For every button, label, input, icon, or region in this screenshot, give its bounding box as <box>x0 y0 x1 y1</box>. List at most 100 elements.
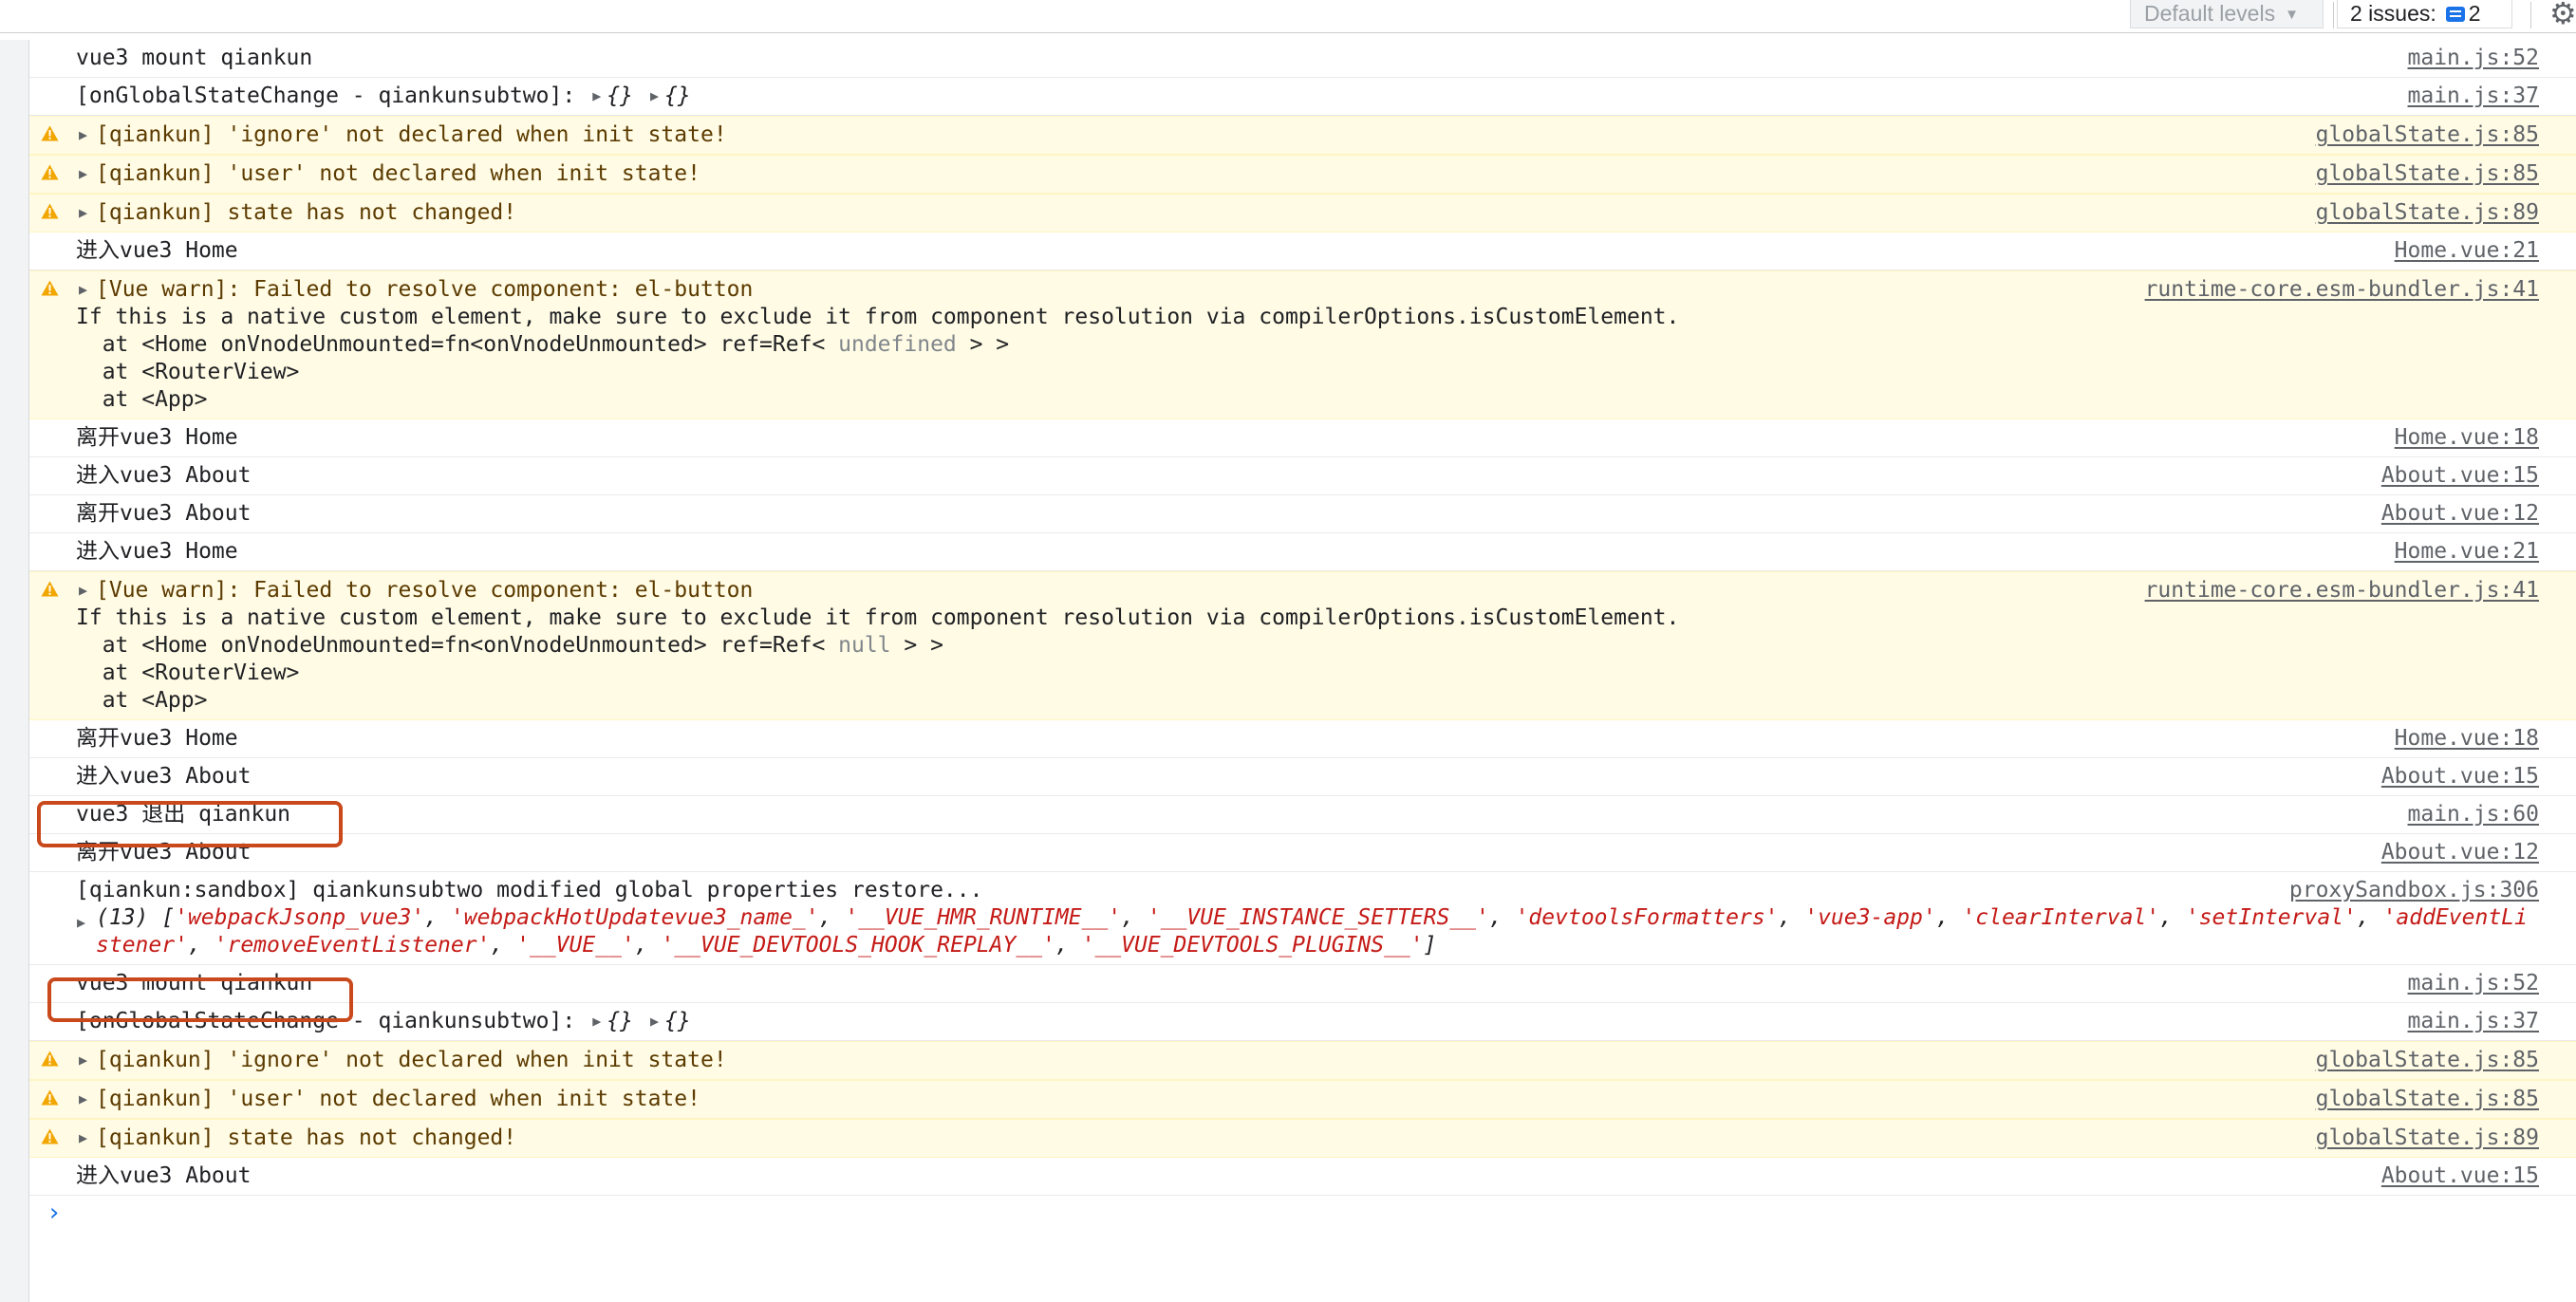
console-message[interactable]: 进入vue3 About About.vue:15 <box>29 457 2576 495</box>
warning-icon <box>41 280 59 296</box>
console-toolbar: Default levels ▼ 2 issues: 2 ⚙ <box>0 0 2576 33</box>
source-link[interactable]: globalState.js:85 <box>2316 1086 2539 1113</box>
array-separator: , <box>1778 905 1805 930</box>
trace-text: > > <box>956 332 1010 357</box>
warning-trace-line: at <RouterView> <box>76 660 300 685</box>
source-link[interactable]: main.js:52 <box>2408 45 2539 72</box>
array-separator: , <box>634 933 662 958</box>
console-message[interactable]: 进入vue3 Home Home.vue:21 <box>29 232 2576 270</box>
source-link[interactable]: About.vue:12 <box>2381 839 2539 866</box>
source-link[interactable]: Home.vue:18 <box>2395 725 2539 753</box>
message-text: 离开vue3 About <box>76 501 252 526</box>
source-link[interactable]: globalState.js:89 <box>2316 199 2539 227</box>
expand-triangle-icon[interactable]: ▶ <box>79 1047 87 1074</box>
array-separator: , <box>2159 905 2186 930</box>
console-warning[interactable]: ▶ [Vue warn]: Failed to resolve componen… <box>29 270 2576 419</box>
object-preview[interactable]: {} <box>664 1009 691 1033</box>
console-message[interactable]: [onGlobalStateChange - qiankunsubtwo]: ▶ {… <box>29 78 2576 116</box>
expand-triangle-icon[interactable]: ▶ <box>79 1086 87 1113</box>
source-link[interactable]: main.js:37 <box>2408 1008 2539 1035</box>
console-message[interactable]: [qiankun:sandbox] qiankunsubtwo modified… <box>29 872 2576 965</box>
console-message[interactable]: 离开vue3 Home Home.vue:18 <box>29 720 2576 758</box>
source-link[interactable]: proxySandbox.js:306 <box>2289 877 2539 904</box>
console-warning[interactable]: ▶ [qiankun] 'ignore' not declared when i… <box>29 1041 2576 1080</box>
object-preview[interactable]: {} <box>607 1009 633 1033</box>
console-message[interactable]: 进入vue3 About About.vue:15 <box>29 758 2576 796</box>
array-item: 'setInterval' <box>2185 905 2357 930</box>
expand-triangle-icon[interactable]: ▶ <box>79 276 87 304</box>
warning-detail-line: If this is a native custom element, make… <box>76 605 1680 630</box>
expand-triangle-icon[interactable]: ▶ <box>77 909 85 937</box>
array-preview[interactable]: (13) ['webpackJsonp_vue3', 'webpackHotUp… <box>76 904 2538 959</box>
expand-triangle-icon[interactable]: ▶ <box>79 1125 87 1152</box>
console-warning[interactable]: ▶ [qiankun] 'ignore' not declared when i… <box>29 116 2576 155</box>
console-message[interactable]: 离开vue3 Home Home.vue:18 <box>29 419 2576 457</box>
ref-value: null <box>838 633 891 658</box>
expand-triangle-icon[interactable]: ▶ <box>650 1013 659 1030</box>
source-link[interactable]: Home.vue:21 <box>2395 538 2539 566</box>
object-preview[interactable]: {} <box>664 84 691 108</box>
console-message[interactable]: vue3 mount qiankun main.js:52 <box>29 40 2576 78</box>
console-message[interactable]: 进入vue3 About About.vue:15 <box>29 1158 2576 1196</box>
issues-label: 2 issues: <box>2350 1 2436 26</box>
console-warning[interactable]: ▶ [Vue warn]: Failed to resolve componen… <box>29 571 2576 720</box>
source-link[interactable]: Home.vue:18 <box>2395 424 2539 452</box>
console-prompt[interactable]: › <box>29 1196 2576 1234</box>
array-count: (13) [ <box>96 905 176 930</box>
message-text: [qiankun] state has not changed! <box>96 1125 517 1150</box>
console-messages[interactable]: vue3 mount qiankun main.js:52 [onGlobalS… <box>29 40 2576 1302</box>
source-link[interactable]: globalState.js:89 <box>2316 1125 2539 1152</box>
console-message[interactable]: 离开vue3 About About.vue:12 <box>29 495 2576 533</box>
console-message[interactable]: 离开vue3 About About.vue:12 <box>29 834 2576 872</box>
array-item: '__VUE_HMR_RUNTIME__' <box>845 905 1122 930</box>
source-link[interactable]: About.vue:15 <box>2381 763 2539 790</box>
expand-triangle-icon[interactable]: ▶ <box>79 121 87 149</box>
source-link[interactable]: runtime-core.esm-bundler.js:41 <box>2145 276 2539 304</box>
source-link[interactable]: main.js:52 <box>2408 970 2539 997</box>
object-preview[interactable]: {} <box>607 84 633 108</box>
console-message[interactable]: vue3 mount qiankun main.js:52 <box>29 965 2576 1003</box>
toolbar-divider <box>2530 2 2531 28</box>
array-separator: , <box>1935 905 1963 930</box>
console-warning[interactable]: ▶ [qiankun] 'user' not declared when ini… <box>29 1080 2576 1119</box>
array-item: '__VUE_INSTANCE_SETTERS__' <box>1147 905 1489 930</box>
source-link[interactable]: globalState.js:85 <box>2316 1047 2539 1074</box>
console-message[interactable]: vue3 退出 qiankun main.js:60 <box>29 796 2576 834</box>
console-warning[interactable]: ▶ [qiankun] state has not changed! globa… <box>29 194 2576 232</box>
warning-trace-line: at <App> <box>76 387 208 412</box>
source-link[interactable]: main.js:37 <box>2408 83 2539 110</box>
source-link[interactable]: globalState.js:85 <box>2316 121 2539 149</box>
console-warning[interactable]: ▶ [qiankun] 'user' not declared when ini… <box>29 155 2576 194</box>
warning-icon <box>41 164 59 180</box>
warning-icon <box>41 581 59 597</box>
message-text: [Vue warn]: Failed to resolve component:… <box>96 277 754 302</box>
expand-triangle-icon[interactable]: ▶ <box>79 577 87 604</box>
message-text: [onGlobalStateChange - qiankunsubtwo]: <box>76 1009 576 1033</box>
expand-triangle-icon[interactable]: ▶ <box>79 160 87 188</box>
array-close: ] <box>1423 933 1437 958</box>
array-item: 'vue3-app' <box>1804 905 1936 930</box>
source-link[interactable]: About.vue:15 <box>2381 1162 2539 1190</box>
expand-triangle-icon[interactable]: ▶ <box>79 199 87 227</box>
log-levels-dropdown[interactable]: Default levels ▼ <box>2130 0 2324 28</box>
console-warning[interactable]: ▶ [qiankun] state has not changed! globa… <box>29 1119 2576 1158</box>
array-separator: , <box>1121 905 1148 930</box>
expand-triangle-icon[interactable]: ▶ <box>592 87 601 104</box>
expand-triangle-icon[interactable]: ▶ <box>650 87 659 104</box>
warning-icon <box>41 1089 59 1106</box>
source-link[interactable]: About.vue:12 <box>2381 500 2539 528</box>
settings-gear-icon[interactable]: ⚙ <box>2549 0 2576 28</box>
source-link[interactable]: About.vue:15 <box>2381 462 2539 490</box>
source-link[interactable]: main.js:60 <box>2408 801 2539 828</box>
trace-text: at <Home onVnodeUnmounted=fn<onVnodeUnmo… <box>76 633 839 658</box>
message-text: [qiankun] 'ignore' not declared when ini… <box>96 122 727 147</box>
expand-triangle-icon[interactable]: ▶ <box>592 1013 601 1030</box>
console-message[interactable]: [onGlobalStateChange - qiankunsubtwo]: ▶ {… <box>29 1003 2576 1041</box>
message-text: 离开vue3 Home <box>76 425 238 450</box>
source-link[interactable]: globalState.js:85 <box>2316 160 2539 188</box>
source-link[interactable]: Home.vue:21 <box>2395 237 2539 265</box>
array-separator: , <box>490 933 517 958</box>
source-link[interactable]: runtime-core.esm-bundler.js:41 <box>2145 577 2539 604</box>
issues-button[interactable]: 2 issues: 2 <box>2337 0 2512 28</box>
console-message[interactable]: 进入vue3 Home Home.vue:21 <box>29 533 2576 571</box>
